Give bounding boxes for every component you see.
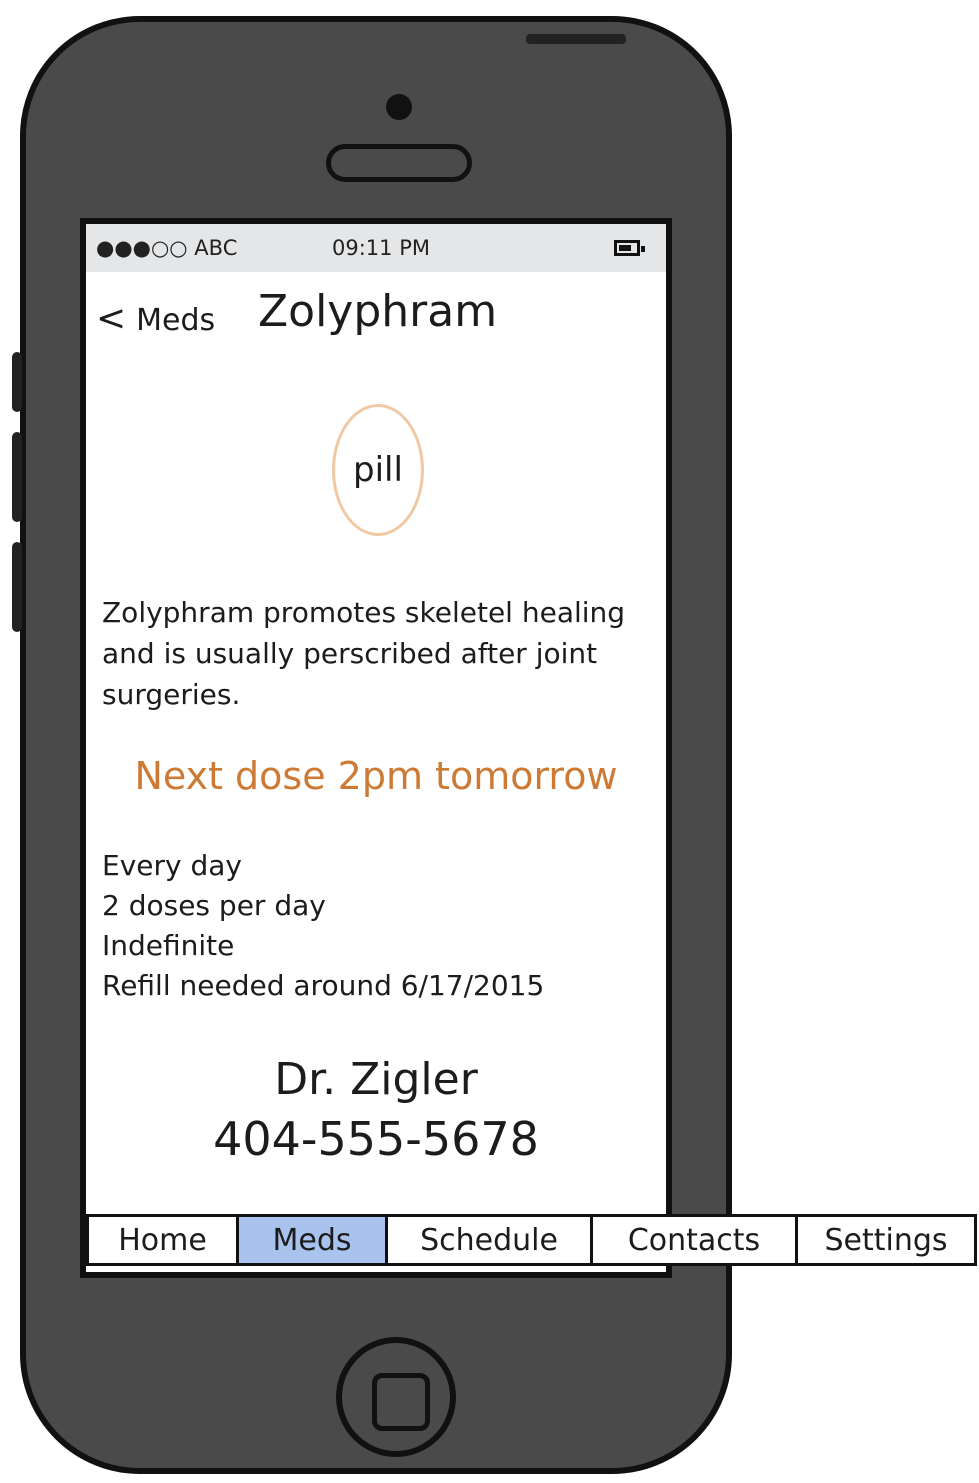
chevron-left-icon: <	[96, 298, 127, 339]
detail-duration: Indefinite	[102, 929, 235, 962]
status-bar: ●●●○○ ABC 09:11 PM	[86, 224, 666, 272]
back-label: Meds	[136, 303, 216, 338]
tab-label: Meds	[272, 1222, 352, 1258]
home-button[interactable]	[336, 1337, 456, 1457]
medication-description: Zolyphram promotes skeletel healing and …	[102, 596, 626, 711]
status-time: 09:11 PM	[332, 236, 430, 260]
tab-label: Settings	[824, 1222, 948, 1258]
battery-icon	[614, 240, 645, 256]
speaker-grille	[326, 144, 472, 182]
mute-switch	[12, 352, 22, 412]
phone-screen: ●●●○○ ABC 09:11 PM < Meds Zolyphram pill …	[80, 218, 672, 1278]
carrier-signal: ●●●○○ ABC	[96, 236, 238, 260]
pill-image: pill	[332, 404, 424, 536]
tab-schedule[interactable]: Schedule	[385, 1214, 593, 1266]
tab-meds[interactable]: Meds	[236, 1214, 388, 1266]
page-title: Zolyphram	[258, 286, 498, 337]
camera-icon	[386, 94, 412, 120]
home-square-icon	[372, 1373, 430, 1431]
dosage-details: Every day 2 doses per day Indefinite Ref…	[102, 846, 544, 1006]
tab-settings[interactable]: Settings	[795, 1214, 977, 1266]
pill-label: pill	[353, 450, 403, 490]
tab-label: Contacts	[627, 1222, 761, 1258]
tab-contacts[interactable]: Contacts	[590, 1214, 798, 1266]
doctor-name: Dr. Zigler	[274, 1054, 478, 1105]
detail-doses: 2 doses per day	[102, 889, 326, 922]
volume-up-button	[12, 432, 22, 522]
tab-home[interactable]: Home	[86, 1214, 239, 1266]
back-button[interactable]: < Meds	[96, 298, 215, 339]
tab-label: Home	[118, 1222, 207, 1258]
tab-bar: Home Meds Schedule Contacts Settings	[86, 1214, 977, 1266]
power-button	[526, 34, 626, 44]
detail-frequency: Every day	[102, 849, 242, 882]
volume-down-button	[12, 542, 22, 632]
tab-label: Schedule	[420, 1222, 558, 1258]
detail-refill: Refill needed around 6/17/2015	[102, 969, 545, 1002]
doctor-phone[interactable]: 404-555-5678	[86, 1112, 666, 1166]
next-dose: Next dose 2pm tomorrow	[134, 754, 618, 798]
